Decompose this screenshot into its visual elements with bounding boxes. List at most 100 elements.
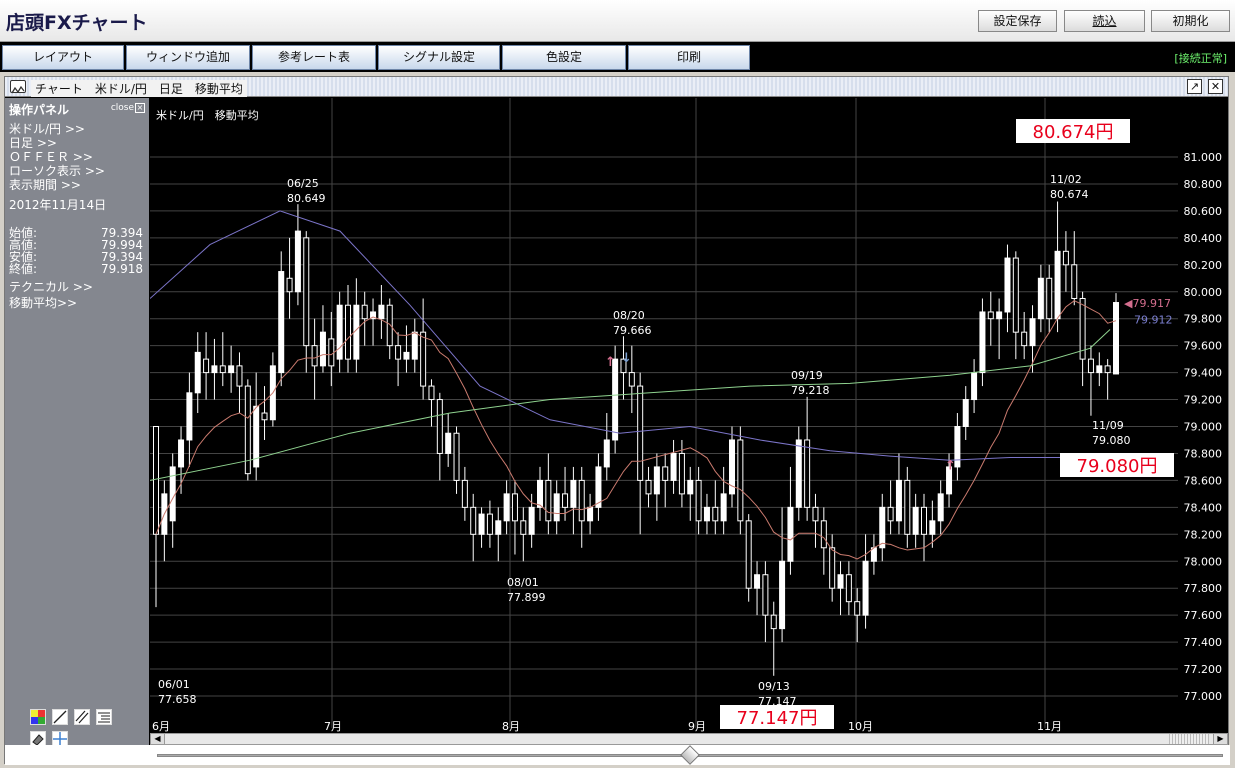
panel-link-moving-average[interactable]: 移動平均>> [9, 296, 77, 310]
scroll-left-icon[interactable]: ◀ [151, 734, 165, 744]
connection-status: [接続正常] [1174, 52, 1227, 65]
zoom-slider[interactable] [5, 745, 1230, 765]
candle-body [1062, 250, 1069, 266]
menu-color-settings[interactable]: 色設定 [502, 45, 626, 70]
candle-body [1096, 365, 1103, 374]
load-button[interactable]: 読込 [1064, 10, 1145, 32]
settings-save-button[interactable]: 設定保存 [978, 10, 1057, 32]
candle-body [770, 614, 777, 630]
y-tick-label: 79.000 [1184, 421, 1223, 434]
menu-print[interactable]: 印刷 [628, 45, 750, 70]
fibonacci-icon[interactable] [96, 709, 112, 725]
annotation-date: 08/01 [507, 576, 539, 589]
candle-body [562, 493, 569, 508]
candle-body [921, 506, 927, 535]
candle-body [987, 311, 994, 320]
candlestick-chart[interactable]: 81.000 80.800 80.600 80.400 80.200 80.000 79.8… [150, 98, 1228, 732]
candle-body [979, 311, 986, 374]
candle-body [386, 304, 393, 347]
color-palette-icon[interactable] [30, 709, 46, 725]
annotation-value: 80.674 [1050, 188, 1089, 201]
menu-layout[interactable]: レイアウト [2, 45, 124, 70]
panel-link-technical[interactable]: テクニカル >> [9, 280, 93, 294]
y-tick-label: 79.200 [1184, 394, 1223, 407]
chart-scrollbar[interactable]: ◀ ▶ [150, 733, 1228, 745]
menu-signal-settings[interactable]: シグナル設定 [378, 45, 500, 70]
scroll-thumb[interactable] [1169, 734, 1209, 744]
candle-body [1046, 277, 1053, 320]
panel-close-button[interactable]: close × [110, 103, 145, 114]
candle-body [637, 385, 644, 481]
y-tick-label: 78.000 [1184, 555, 1223, 568]
y-tick-label: 80.800 [1184, 178, 1223, 191]
candle-body [445, 432, 452, 454]
candle-body [862, 560, 869, 616]
candle-body [228, 365, 235, 374]
candle-body [745, 520, 752, 589]
candle-body [511, 493, 518, 522]
close-icon[interactable]: ✕ [1208, 79, 1223, 94]
candle-body [461, 479, 468, 508]
candle-body [1087, 358, 1094, 374]
panel-link-side[interactable]: ＯＦＦＥＲ >> [9, 150, 93, 164]
candle-body [703, 506, 710, 522]
y-tick-label: 78.200 [1184, 528, 1223, 541]
line-tool-icon[interactable] [52, 709, 68, 725]
panel-link-display[interactable]: ローソク表示 >> [9, 164, 105, 178]
price-badge: 80.674円 [1033, 122, 1114, 143]
candle-body [520, 520, 527, 535]
annotation-value: 79.666 [613, 324, 652, 337]
annotation-date: 09/13 [758, 680, 790, 693]
candle-body [236, 365, 243, 387]
slider-handle[interactable] [680, 745, 700, 765]
candle-body [153, 426, 159, 535]
candle-body [261, 412, 268, 421]
candle-body [754, 574, 761, 589]
y-tick-label: 80.200 [1184, 259, 1223, 272]
y-tick-label: 79.800 [1184, 313, 1223, 326]
popout-icon[interactable]: ↗ [1187, 79, 1202, 94]
menu-add-window[interactable]: ウィンドウ追加 [126, 45, 250, 70]
candle-body [1104, 365, 1111, 374]
candle-body [378, 304, 385, 320]
signal-arrow: ↑ [605, 355, 616, 370]
candle-body [303, 237, 310, 347]
chart-window: チャート 米ドル/円 日足 移動平均 ↗ ✕ 操作パネル close × 米ドル/… [4, 76, 1230, 765]
candle-body [895, 479, 902, 522]
app-title: 店頭FXチャート [6, 12, 148, 34]
candle-body [578, 479, 585, 522]
candle-body [595, 466, 602, 508]
annotation-date: 08/20 [613, 309, 645, 322]
x-tick-label: 6月 [152, 720, 170, 732]
candle-body [845, 574, 852, 603]
candle-body [612, 358, 619, 441]
y-tick-label: 79.600 [1184, 340, 1223, 353]
candle-body [278, 271, 285, 374]
x-tick-label: 7月 [324, 720, 342, 732]
candle-body [812, 506, 819, 522]
chart-series-label: 米ドル/円 移動平均 [156, 108, 259, 122]
candle-body [1021, 331, 1028, 347]
annotation-value: 77.658 [158, 693, 197, 706]
annotation-date: 11/02 [1050, 173, 1082, 186]
panel-link-period[interactable]: 日足 >> [9, 136, 57, 150]
candle-body [1029, 318, 1036, 347]
panel-link-range[interactable]: 表示期間 >> [9, 178, 81, 192]
reset-button[interactable]: 初期化 [1151, 10, 1230, 32]
candle-body [829, 547, 836, 589]
menu-reference-rates[interactable]: 参考レート表 [252, 45, 376, 70]
signal-arrow: ↑ [945, 459, 956, 474]
parallel-line-icon[interactable] [74, 709, 90, 725]
panel-link-pair[interactable]: 米ドル/円 >> [9, 122, 85, 136]
candle-body [762, 574, 769, 616]
candle-body [587, 506, 594, 522]
candle-body [545, 479, 552, 522]
scroll-right-icon[interactable]: ▶ [1213, 734, 1227, 744]
candle-body [186, 392, 193, 441]
candle-body [678, 452, 685, 495]
candle-body [929, 520, 936, 535]
annotation-date: 06/01 [158, 678, 190, 691]
candle-body [328, 338, 335, 367]
candle-body [570, 479, 577, 508]
y-tick-label: 77.200 [1184, 663, 1223, 676]
